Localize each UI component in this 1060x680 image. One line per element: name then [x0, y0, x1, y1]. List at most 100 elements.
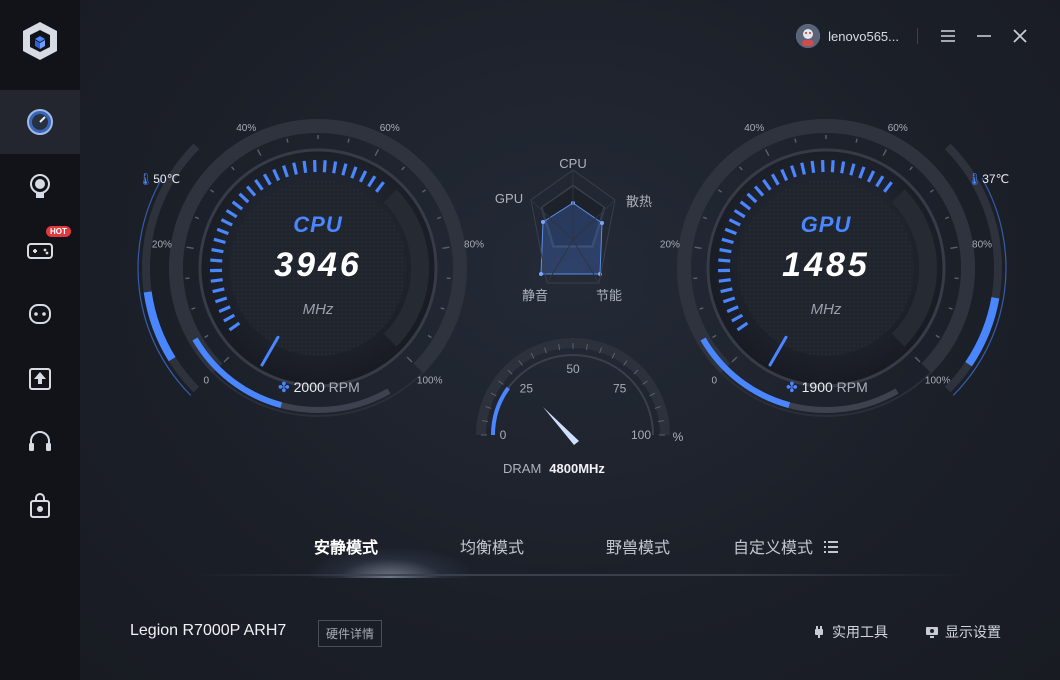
- gpu-fan-value: 1900: [801, 379, 833, 395]
- gauge-tick: [694, 246, 702, 249]
- fan-icon: ✤: [278, 379, 290, 395]
- gauge-tick: [855, 138, 858, 143]
- gauge-tick: [209, 189, 215, 193]
- sidebar: HOT: [0, 0, 80, 680]
- mode-tab-quiet[interactable]: 安静模式: [314, 534, 378, 558]
- gauge-tick: [194, 216, 200, 220]
- gauge-tick: [699, 307, 704, 310]
- gauge-tick: [204, 334, 209, 339]
- usage-segment: [211, 248, 224, 254]
- thermometer-icon: 🌡: [967, 172, 983, 186]
- gauge-tick: [421, 189, 427, 193]
- radar-label-quiet: 静音: [521, 288, 548, 303]
- cpu-fan-speed: ✤ 2000 RPM: [278, 379, 398, 396]
- gpu-frequency-unit: MHz: [810, 301, 842, 318]
- gauge-tick: [794, 138, 797, 143]
- cpu-fan-value: 2000: [293, 379, 325, 395]
- cpu-temperature: 🌡50℃: [138, 172, 198, 186]
- gauge-tick: [231, 166, 235, 171]
- gauge-tick: [914, 356, 921, 363]
- gauge-tick: [882, 149, 888, 157]
- lightbulb-icon: [30, 174, 50, 198]
- gauge-tick: [442, 246, 450, 249]
- gauge-tick: [702, 216, 708, 220]
- upload-icon: [29, 368, 51, 390]
- sidebar-item-games[interactable]: HOT: [0, 218, 80, 282]
- gauge-tick: [286, 138, 289, 143]
- radar-label-efficiency: 节能: [595, 288, 622, 303]
- gauge-tick: [436, 216, 442, 220]
- sidebar-item-lighting[interactable]: [0, 154, 80, 218]
- sidebar-item-store[interactable]: [0, 474, 80, 538]
- device-model: Legion R7000P ARH7: [130, 622, 287, 639]
- dram-info: DRAM 4800MHz: [503, 461, 683, 476]
- gauge-tick: [223, 356, 230, 363]
- usage-segment: [322, 160, 327, 173]
- dram-tick-label: 75: [613, 381, 627, 395]
- gpu-label: GPU: [800, 212, 852, 237]
- mode-tab-balanced[interactable]: 均衡模式: [460, 534, 524, 558]
- gauge-tick: [944, 216, 950, 220]
- usage-segment: [830, 160, 835, 173]
- usage-segment: [332, 161, 338, 174]
- app-logo: [20, 20, 60, 62]
- gauge-tick: [256, 149, 262, 157]
- gpu-temperature: 🌡37℃: [967, 172, 1027, 186]
- gauge-tick: [764, 149, 770, 157]
- plug-icon: [815, 626, 823, 638]
- fan-icon: ✤: [786, 379, 798, 395]
- speedometer-icon: [27, 109, 53, 135]
- radar-label-cooling: 散热: [625, 194, 652, 209]
- usage-segment: [840, 161, 846, 174]
- list-icon: [824, 541, 839, 553]
- dram-tick-label: 25: [520, 381, 534, 395]
- sidebar-item-update[interactable]: [0, 346, 80, 410]
- gpu-fan-speed: ✤ 1900 RPM: [786, 379, 906, 396]
- display-settings-button[interactable]: 显示设置: [925, 622, 1001, 642]
- gauge-tick: [401, 166, 405, 171]
- tools-label: 实用工具: [832, 624, 888, 640]
- sidebar-item-dashboard[interactable]: [0, 90, 80, 154]
- gauge-tick-label: 40%: [744, 123, 764, 134]
- display-settings-label: 显示设置: [945, 624, 1001, 640]
- cpu-label: CPU: [293, 212, 343, 237]
- gauge-tick: [712, 334, 717, 339]
- cpu-frequency-unit: MHz: [302, 301, 334, 318]
- gpu-frequency-value: 1485: [782, 246, 870, 284]
- usage-segment: [718, 278, 731, 283]
- gauge-tick-label: 40%: [236, 123, 256, 134]
- gauge-tick: [739, 166, 743, 171]
- shopping-bag-icon: [30, 493, 50, 518]
- gpu-fan-unit: RPM: [836, 379, 868, 395]
- gauge-tick: [347, 138, 350, 143]
- usage-segment: [810, 160, 816, 174]
- dram-label: DRAM: [503, 461, 542, 476]
- gauge-tick: [191, 307, 196, 310]
- sidebar-item-assistant[interactable]: [0, 282, 80, 346]
- mode-tabs-divider: [190, 574, 970, 576]
- main-panel: lenovo565... 0 20% 40% 60% 80% 100% 0 20…: [80, 0, 1060, 680]
- mode-tab-performance[interactable]: 野兽模式: [606, 534, 670, 558]
- gauge-tick-label: 0: [203, 376, 209, 387]
- gamepad-icon: [27, 243, 53, 259]
- cpu-frequency-value: 3946: [274, 246, 362, 284]
- tools-button[interactable]: 实用工具: [812, 622, 888, 642]
- gauge-tick: [717, 189, 723, 193]
- gauge-tick-label: 80%: [972, 239, 992, 250]
- sidebar-item-audio[interactable]: [0, 410, 80, 474]
- temperature-bar: [143, 291, 176, 362]
- headset-icon: [29, 431, 51, 451]
- mode-tab-custom-label: 自定义模式: [733, 540, 814, 557]
- gauge-tick: [935, 334, 940, 339]
- gauge-tick: [427, 334, 432, 339]
- hardware-details-button[interactable]: 硬件详情: [318, 620, 383, 647]
- chat-bot-icon: [29, 304, 51, 324]
- usage-segment: [210, 258, 223, 263]
- mode-tab-custom[interactable]: 自定义模式: [733, 534, 839, 558]
- monitor-gear-icon: [926, 627, 938, 638]
- gauge-tick-label: 60%: [380, 123, 400, 134]
- gauge-tick: [186, 246, 194, 249]
- hot-badge: HOT: [46, 226, 71, 237]
- usage-segment: [718, 258, 731, 263]
- cpu-fan-unit: RPM: [328, 379, 360, 395]
